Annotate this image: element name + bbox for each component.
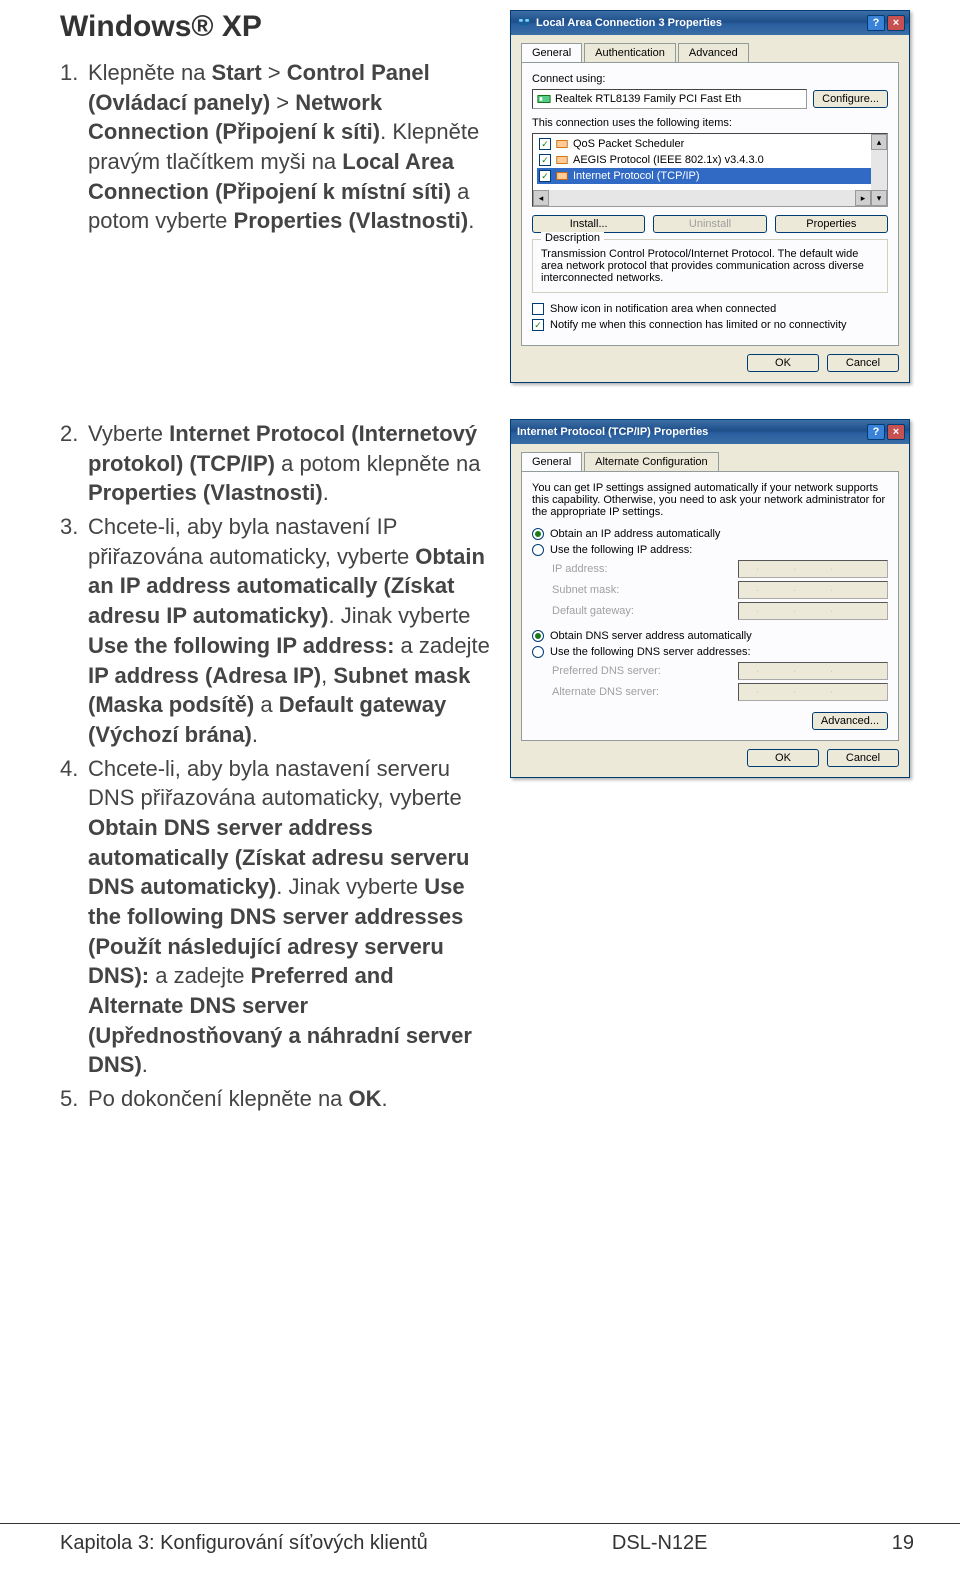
ok-button[interactable]: OK: [747, 749, 819, 767]
protocol-icon: [555, 169, 569, 183]
step-text: Chcete-li, aby byla nastavení serveru DN…: [88, 754, 490, 1081]
step-number: 3.: [60, 512, 88, 750]
ip-address-input: ...: [738, 560, 888, 578]
step-text: Vyberte Internet Protocol (Internetový p…: [88, 419, 490, 508]
dialog-title: Internet Protocol (TCP/IP) Properties: [517, 426, 708, 438]
show-icon-label: Show icon in notification area when conn…: [550, 303, 776, 315]
item-checkbox[interactable]: ✓: [539, 138, 551, 150]
notify-label: Notify me when this connection has limit…: [550, 319, 847, 331]
help-button[interactable]: ?: [867, 15, 885, 31]
network-icon: [517, 16, 531, 30]
scrollbar-horizontal[interactable]: ◂ ▸: [533, 190, 871, 206]
tab-general[interactable]: General: [521, 43, 582, 62]
description-label: Description: [541, 232, 604, 244]
obtain-ip-auto-radio[interactable]: [532, 528, 544, 540]
item-checkbox[interactable]: ✓: [539, 170, 551, 182]
configure-button[interactable]: Configure...: [813, 90, 888, 108]
footer-left: Kapitola 3: Konfigurování síťových klien…: [60, 1532, 428, 1555]
notify-checkbox[interactable]: ✓: [532, 319, 544, 331]
list-item[interactable]: ✓ QoS Packet Scheduler: [537, 136, 883, 152]
step-item: 3.Chcete-li, aby byla nastavení IP přiřa…: [60, 512, 490, 750]
step-number: 1.: [60, 58, 88, 236]
connect-using-label: Connect using:: [532, 73, 888, 85]
description-group: Description Transmission Control Protoco…: [532, 239, 888, 293]
intro-text: You can get IP settings assigned automat…: [532, 482, 888, 518]
step-item: 4.Chcete-li, aby byla nastavení serveru …: [60, 754, 490, 1081]
preferred-dns-input: ...: [738, 662, 888, 680]
adapter-field: Realtek RTL8139 Family PCI Fast Eth: [532, 89, 807, 109]
item-label: Internet Protocol (TCP/IP): [573, 170, 700, 182]
dialog-title: Local Area Connection 3 Properties: [536, 17, 722, 29]
tcpip-properties-dialog: Internet Protocol (TCP/IP) Properties ? …: [510, 419, 910, 778]
items-listbox[interactable]: ✓ QoS Packet Scheduler ✓ AEGIS Protocol (IE…: [532, 133, 888, 207]
cancel-button[interactable]: Cancel: [827, 354, 899, 372]
properties-button[interactable]: Properties: [775, 215, 888, 233]
tab-altconfig[interactable]: Alternate Configuration: [584, 452, 719, 471]
tab-auth[interactable]: Authentication: [584, 43, 676, 62]
list-item[interactable]: ✓ Internet Protocol (TCP/IP): [537, 168, 883, 184]
step-number: 4.: [60, 754, 88, 1081]
scroll-down-icon[interactable]: ▾: [871, 190, 887, 206]
adapter-name: Realtek RTL8139 Family PCI Fast Eth: [555, 93, 741, 105]
alternate-dns-label: Alternate DNS server:: [552, 686, 659, 698]
tab-row: General Authentication Advanced: [521, 43, 899, 63]
step-text: Po dokončení klepněte na OK.: [88, 1084, 490, 1114]
items-label: This connection uses the following items…: [532, 117, 888, 129]
step-number: 2.: [60, 419, 88, 508]
use-following-dns-label: Use the following DNS server addresses:: [550, 646, 751, 658]
page-heading: Windows® XP: [60, 10, 490, 44]
use-following-dns-radio[interactable]: [532, 646, 544, 658]
obtain-dns-auto-label: Obtain DNS server address automatically: [550, 630, 752, 642]
step-number: 5.: [60, 1084, 88, 1114]
step-item: 1.Klepněte na Start > Control Panel (Ovl…: [60, 58, 490, 236]
step-text: Klepněte na Start > Control Panel (Ovlád…: [88, 58, 490, 236]
ok-button[interactable]: OK: [747, 354, 819, 372]
subnet-mask-label: Subnet mask:: [552, 584, 619, 596]
help-button[interactable]: ?: [867, 424, 885, 440]
install-button[interactable]: Install...: [532, 215, 645, 233]
obtain-dns-auto-radio[interactable]: [532, 630, 544, 642]
step-item: 5.Po dokončení klepněte na OK.: [60, 1084, 490, 1114]
use-following-ip-radio[interactable]: [532, 544, 544, 556]
dialog-titlebar: Local Area Connection 3 Properties ? ×: [511, 11, 909, 35]
scroll-up-icon[interactable]: ▴: [871, 134, 887, 150]
protocol-icon: [555, 137, 569, 151]
footer-model: DSL-N12E: [612, 1532, 708, 1555]
list-item[interactable]: ✓ AEGIS Protocol (IEEE 802.1x) v3.4.3.0: [537, 152, 883, 168]
step-text: Chcete-li, aby byla nastavení IP přiřazo…: [88, 512, 490, 750]
step-item: 2.Vyberte Internet Protocol (Internetový…: [60, 419, 490, 508]
item-label: AEGIS Protocol (IEEE 802.1x) v3.4.3.0: [573, 154, 764, 166]
item-checkbox[interactable]: ✓: [539, 154, 551, 166]
alternate-dns-input: ...: [738, 683, 888, 701]
advanced-button[interactable]: Advanced...: [812, 712, 888, 730]
show-icon-checkbox[interactable]: [532, 303, 544, 315]
cancel-button[interactable]: Cancel: [827, 749, 899, 767]
adapter-icon: [537, 92, 551, 106]
lan-properties-dialog: Local Area Connection 3 Properties ? × G…: [510, 10, 910, 383]
description-text: Transmission Control Protocol/Internet P…: [541, 248, 879, 284]
item-label: QoS Packet Scheduler: [573, 138, 684, 150]
dialog-titlebar: Internet Protocol (TCP/IP) Properties ? …: [511, 420, 909, 444]
ip-address-label: IP address:: [552, 563, 607, 575]
scrollbar-vertical[interactable]: ▴ ▾: [871, 134, 887, 206]
protocol-icon: [555, 153, 569, 167]
page-footer: Kapitola 3: Konfigurování síťových klien…: [0, 1523, 960, 1555]
scroll-left-icon[interactable]: ◂: [533, 190, 549, 206]
tab-advanced[interactable]: Advanced: [678, 43, 749, 62]
obtain-ip-auto-label: Obtain an IP address automatically: [550, 528, 720, 540]
steps-list-2: 2.Vyberte Internet Protocol (Internetový…: [60, 419, 490, 1114]
preferred-dns-label: Preferred DNS server:: [552, 665, 661, 677]
default-gateway-label: Default gateway:: [552, 605, 634, 617]
close-button[interactable]: ×: [887, 424, 905, 440]
close-button[interactable]: ×: [887, 15, 905, 31]
steps-list-1: 1.Klepněte na Start > Control Panel (Ovl…: [60, 58, 490, 236]
footer-page-number: 19: [892, 1532, 914, 1555]
subnet-mask-input: ...: [738, 581, 888, 599]
scroll-right-icon[interactable]: ▸: [855, 190, 871, 206]
uninstall-button[interactable]: Uninstall: [653, 215, 766, 233]
use-following-ip-label: Use the following IP address:: [550, 544, 692, 556]
tab-general[interactable]: General: [521, 452, 582, 471]
default-gateway-input: ...: [738, 602, 888, 620]
